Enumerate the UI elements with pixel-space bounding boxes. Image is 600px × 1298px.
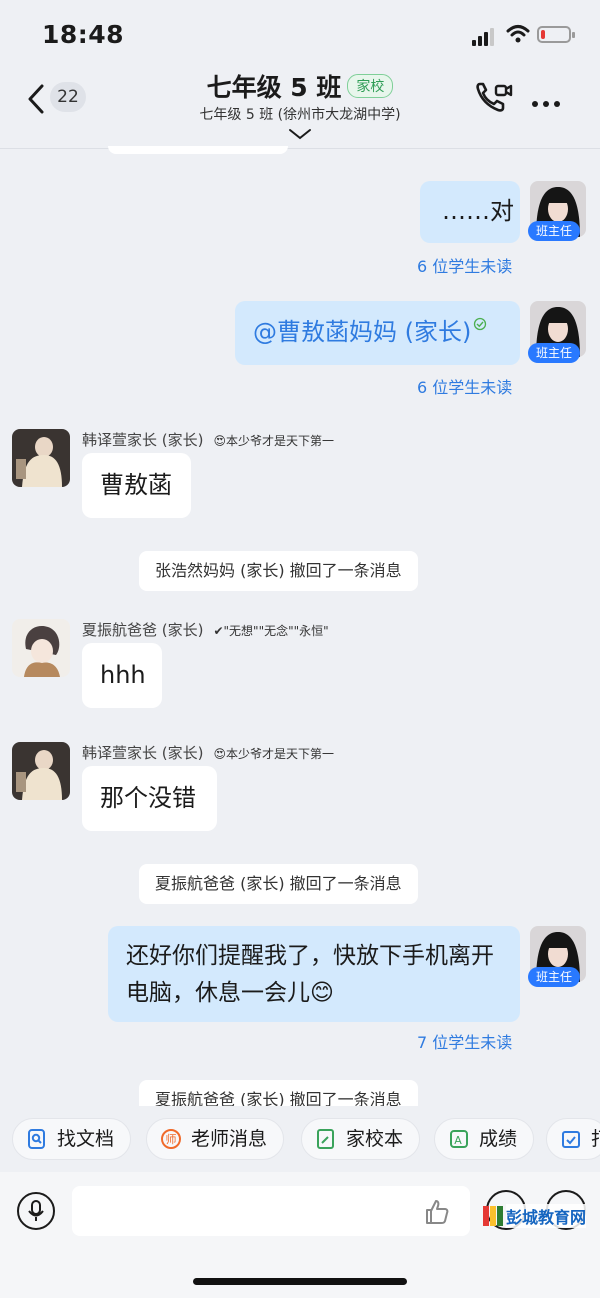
incoming-message-bubble[interactable]: 那个没错 (82, 766, 217, 831)
message-sender: 韩译萱家长 (家长) 😍本少爷才是天下第一 (82, 429, 334, 450)
chat-title: 七年级 5 班 (206, 73, 342, 102)
teacher-icon: 师 (161, 1129, 181, 1149)
chip-label: 找文档 (57, 1128, 115, 1150)
svg-text:A: A (454, 1134, 462, 1147)
sender-name: 韩译萱家长 (家长) (82, 744, 204, 762)
unread-students-status[interactable]: 6 位学生未读 (417, 374, 512, 398)
unread-students-status[interactable]: 7 位学生未读 (417, 1029, 512, 1053)
sender-name: 夏振航爸爸 (家长) (82, 621, 204, 639)
status-bar: 18:48 (0, 0, 600, 70)
notebook-icon (317, 1129, 334, 1149)
message-input[interactable] (72, 1186, 470, 1236)
parent-avatar[interactable] (12, 619, 70, 677)
grades-button[interactable]: A 成绩 (434, 1118, 535, 1160)
wifi-icon (506, 25, 530, 43)
previous-message-edge (108, 146, 288, 154)
clip-region: 夏振航爸爸 (家长) 撤回了一条消息 (0, 1078, 600, 1106)
system-recall-notice: 夏振航爸爸 (家长) 撤回了一条消息 (139, 1080, 418, 1106)
status-time: 18:48 (42, 20, 125, 49)
chip-label: 家校本 (346, 1128, 404, 1150)
role-badge-head-teacher: 班主任 (528, 343, 581, 363)
sender-signature: 😍本少爷才是天下第一 (213, 747, 334, 761)
microphone-icon (28, 1200, 44, 1221)
chip-label: 老师消息 (191, 1128, 268, 1150)
chevron-down-icon[interactable] (288, 128, 312, 140)
outgoing-message-bubble[interactable]: 还好你们提醒我了，快放下手机离开电脑，休息一会儿😊 (108, 926, 520, 1022)
sender-name: 韩译萱家长 (家长) (82, 431, 204, 449)
chat-header: 22 七年级 5 班家校 七年级 5 班 (徐州市大龙湖中学) (0, 62, 600, 149)
more-options-icon[interactable] (532, 92, 565, 111)
chip-label: 成绩 (479, 1128, 518, 1150)
signal-icon (472, 28, 498, 46)
svg-text:师: 师 (166, 1133, 177, 1146)
sender-signature: ✔"无想""无念""永恒" (213, 624, 329, 638)
message-sender: 夏振航爸爸 (家长) ✔"无想""无念""永恒" (82, 619, 329, 640)
teacher-messages-button[interactable]: 师 老师消息 (146, 1118, 285, 1160)
chat-type-tag: 家校 (347, 74, 394, 98)
chip-label: 打 (591, 1128, 600, 1150)
thumbs-up-icon[interactable] (423, 1198, 451, 1226)
outgoing-mention-bubble[interactable]: @曹敖菡妈妈 (家长) (235, 301, 520, 365)
phone-video-call-icon[interactable] (474, 80, 514, 114)
incoming-message-bubble[interactable]: hhh (82, 643, 162, 708)
read-check-icon (473, 317, 487, 331)
incoming-message-bubble[interactable]: 曹敖菡 (82, 453, 191, 518)
checkin-button[interactable]: 打 (546, 1118, 600, 1160)
voice-input-button[interactable] (17, 1192, 55, 1230)
calendar-check-icon (562, 1131, 580, 1148)
watermark-logo: 彭城教育网 (482, 1204, 588, 1228)
outgoing-message-bubble[interactable]: ……对 (420, 181, 520, 243)
message-sender: 韩译萱家长 (家长) 😍本少爷才是天下第一 (82, 742, 334, 763)
unread-students-status[interactable]: 6 位学生未读 (417, 253, 512, 277)
home-indicator (193, 1278, 407, 1285)
mention-text: @曹敖菡妈妈 (家长) (253, 318, 472, 346)
battery-icon (537, 26, 575, 43)
home-school-notebook-button[interactable]: 家校本 (301, 1118, 421, 1160)
watermark-text: 彭城教育网 (506, 1204, 587, 1228)
find-document-button[interactable]: 找文档 (12, 1118, 132, 1160)
system-recall-notice: 夏振航爸爸 (家长) 撤回了一条消息 (139, 864, 418, 904)
role-badge-head-teacher: 班主任 (528, 967, 581, 987)
system-recall-notice: 张浩然妈妈 (家长) 撤回了一条消息 (139, 551, 418, 591)
role-badge-head-teacher: 班主任 (528, 221, 581, 241)
parent-avatar[interactable] (12, 742, 70, 800)
sender-signature: 😍本少爷才是天下第一 (213, 434, 334, 448)
quick-action-bar: 找文档 师 老师消息 家校本 A 成绩 打 (0, 1106, 600, 1173)
search-document-icon (28, 1129, 45, 1149)
grades-icon: A (450, 1130, 468, 1148)
parent-avatar[interactable] (12, 429, 70, 487)
message-input-bar: 彭城教育网 (0, 1172, 600, 1298)
